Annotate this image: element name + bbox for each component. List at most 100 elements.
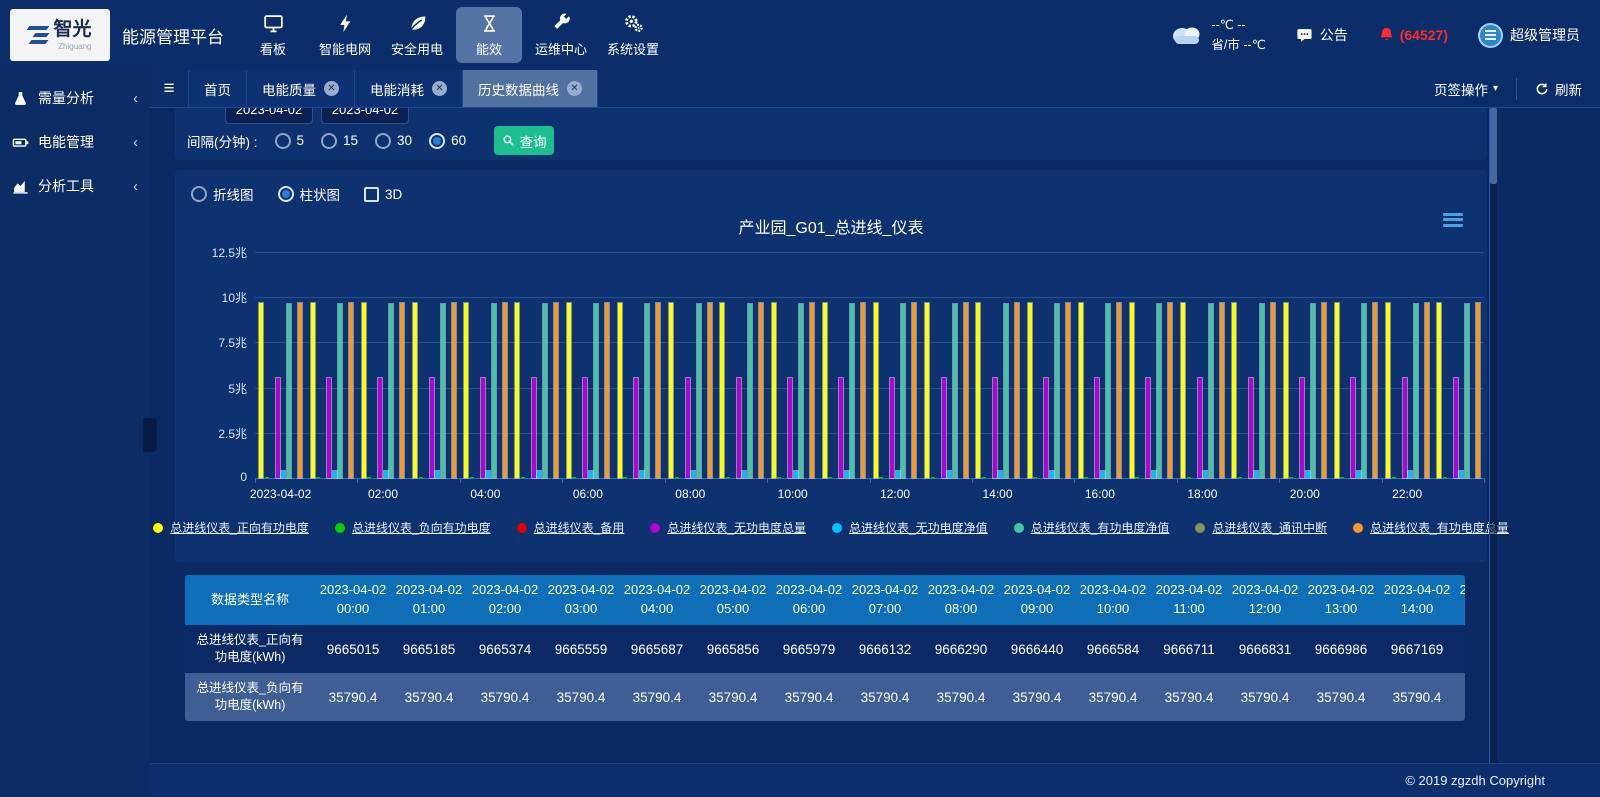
sidebar-item-label: 分析工具: [38, 176, 94, 196]
tab-operations-dropdown[interactable]: 页签操作 ▾: [1416, 79, 1516, 99]
chart-type-option-2[interactable]: 柱状图: [278, 184, 341, 204]
legend-item-1[interactable]: 总进线仪表_正向有功电度: [153, 519, 309, 536]
history-data-table: 数据类型名称2023-04-0200:002023-04-0201:002023…: [185, 575, 1465, 721]
y-axis-tick: 10兆: [181, 289, 247, 306]
copyright-text: © 2019 zgzdh Copyright: [1405, 773, 1545, 788]
nav-item-5[interactable]: 运维中心: [528, 7, 594, 63]
nav-item-1[interactable]: 看板: [240, 7, 306, 63]
interval-option-30[interactable]: 30: [375, 133, 412, 149]
nav-item-2[interactable]: 智能电网: [312, 7, 378, 63]
sidebar-item-3[interactable]: 分析工具‹: [0, 164, 150, 208]
main-content: ≡ 首页电能质量✕电能消耗✕历史数据曲线✕ 页签操作 ▾ 刷新: [150, 70, 1600, 797]
table-cell: 35790.4: [1075, 673, 1151, 721]
table-cell: 9665374: [467, 625, 543, 673]
table-cell: 35790.4: [467, 673, 543, 721]
table-cell: 35790.4: [391, 673, 467, 721]
speech-bubble-icon: [1296, 27, 1313, 44]
nav-item-label: 系统设置: [607, 39, 659, 58]
nav-item-label: 运维中心: [535, 39, 587, 58]
end-date-input[interactable]: 2023-04-02: [321, 108, 409, 124]
close-icon[interactable]: ✕: [324, 81, 339, 96]
efficiency-hourglass-icon: [479, 13, 500, 34]
table-col-header-5: 2023-04-0204:00: [619, 575, 695, 625]
chart-legend: 总进线仪表_正向有功电度总进线仪表_负向有功电度总进线仪表_备用总进线仪表_无功…: [175, 519, 1487, 536]
logo-text: 智光: [53, 19, 91, 40]
refresh-button[interactable]: 刷新: [1517, 79, 1600, 99]
x-axis-tick: 10:00: [778, 487, 808, 501]
footer: © 2019 zgzdh Copyright: [150, 763, 1600, 797]
alarm-button[interactable]: (64527): [1378, 26, 1448, 44]
dashboard-icon: [263, 13, 284, 34]
smart-grid-icon: [335, 13, 356, 34]
vertical-scrollbar[interactable]: [1489, 108, 1497, 763]
data-table-container: 数据类型名称2023-04-0200:002023-04-0201:002023…: [185, 575, 1465, 721]
table-cell: 9665185: [391, 625, 467, 673]
nav-item-3[interactable]: 安全用电: [384, 7, 450, 63]
tab-2[interactable]: 电能质量✕: [246, 70, 354, 107]
interval-option-5[interactable]: 5: [275, 133, 305, 149]
sidebar: 需量分析‹电能管理‹分析工具‹: [0, 70, 150, 797]
table-cell: 9665687: [619, 625, 695, 673]
legend-item-5[interactable]: 总进线仪表_无功电度净值: [832, 519, 988, 536]
table-row-2: 总进线仪表_负向有功电度(kWh)35790.435790.435790.435…: [185, 673, 1465, 721]
legend-item-2[interactable]: 总进线仪表_负向有功电度: [335, 519, 491, 536]
query-button[interactable]: 查询: [494, 126, 554, 155]
legend-item-8[interactable]: 总进线仪表_有功电度总量: [1353, 519, 1509, 536]
chevron-left-icon: ‹: [133, 90, 138, 107]
table-col-header-8: 2023-04-0207:00: [847, 575, 923, 625]
chart-type-option-3[interactable]: 3D: [364, 187, 402, 202]
notice-label: 公告: [1320, 25, 1348, 45]
radio-icon: [429, 133, 445, 149]
radio-icon: [321, 133, 337, 149]
tab-menu-button[interactable]: ≡: [150, 70, 188, 107]
legend-item-7[interactable]: 总进线仪表_通讯中断: [1195, 519, 1327, 536]
cloud-icon: [1170, 24, 1204, 46]
avatar: [1478, 23, 1503, 48]
x-axis-tick: 2023-04-02: [250, 487, 311, 501]
table-cell: 9666986: [1303, 625, 1379, 673]
table-cell: 9667342: [1455, 625, 1465, 673]
scroll-area: 2023-04-02 2023-04-02 间隔(分钟) : 5153060 查…: [150, 108, 1600, 763]
x-axis-tick: 04:00: [470, 487, 500, 501]
scrollbar-thumb[interactable]: [1490, 108, 1497, 184]
nav-item-4[interactable]: 能效: [456, 7, 522, 63]
x-axis-tick: 20:00: [1290, 487, 1320, 501]
close-icon[interactable]: ✕: [567, 81, 582, 96]
chart-panel: 折线图柱状图3D 产业园_G01_总进线_仪表 02.5兆5兆7.5兆10兆12…: [175, 170, 1487, 562]
notice-button[interactable]: 公告: [1296, 25, 1348, 45]
table-col-header-6: 2023-04-0205:00: [695, 575, 771, 625]
close-icon[interactable]: ✕: [432, 81, 447, 96]
table-col-header-12: 2023-04-0211:00: [1151, 575, 1227, 625]
interval-option-60[interactable]: 60: [429, 133, 466, 149]
start-date-input[interactable]: 2023-04-02: [225, 108, 313, 124]
tab-1[interactable]: 首页: [188, 70, 246, 107]
sidebar-collapse-handle[interactable]: [143, 418, 157, 452]
legend-item-6[interactable]: 总进线仪表_有功电度净值: [1014, 519, 1170, 536]
chart-type-option-1[interactable]: 折线图: [191, 184, 254, 204]
x-axis-tick: 14:00: [982, 487, 1012, 501]
table-cell: 35790.4: [1151, 673, 1227, 721]
tab-3[interactable]: 电能消耗✕: [354, 70, 462, 107]
user-menu[interactable]: 超级管理员: [1478, 23, 1580, 48]
chart-menu-icon[interactable]: [1443, 210, 1463, 229]
interval-option-15[interactable]: 15: [321, 133, 358, 149]
legend-dot-icon: [153, 523, 163, 533]
table-cell: 35790.4: [847, 673, 923, 721]
table-col-header-15: 2023-04-0214:00: [1379, 575, 1455, 625]
nav-item-6[interactable]: 系统设置: [600, 7, 666, 63]
y-axis-tick: 2.5兆: [181, 425, 247, 442]
table-cell: 35790.4: [619, 673, 695, 721]
table-cell: 9666831: [1227, 625, 1303, 673]
query-panel: 2023-04-02 2023-04-02 间隔(分钟) : 5153060 查…: [175, 108, 1487, 160]
x-axis-tick: 08:00: [675, 487, 705, 501]
radio-icon: [375, 133, 391, 149]
table-col-header-14: 2023-04-0213:00: [1303, 575, 1379, 625]
tab-4[interactable]: 历史数据曲线✕: [462, 70, 598, 107]
sidebar-item-2[interactable]: 电能管理‹: [0, 120, 150, 164]
brand-logo[interactable]: 智光 Zhiguang: [10, 9, 110, 61]
sidebar-item-1[interactable]: 需量分析‹: [0, 76, 150, 120]
chart-type-controls: 折线图 柱状图 3D: [191, 184, 426, 204]
legend-item-4[interactable]: 总进线仪表_无功电度总量: [650, 519, 806, 536]
table-corner-header: 数据类型名称: [185, 575, 315, 625]
legend-item-3[interactable]: 总进线仪表_备用: [517, 519, 625, 536]
